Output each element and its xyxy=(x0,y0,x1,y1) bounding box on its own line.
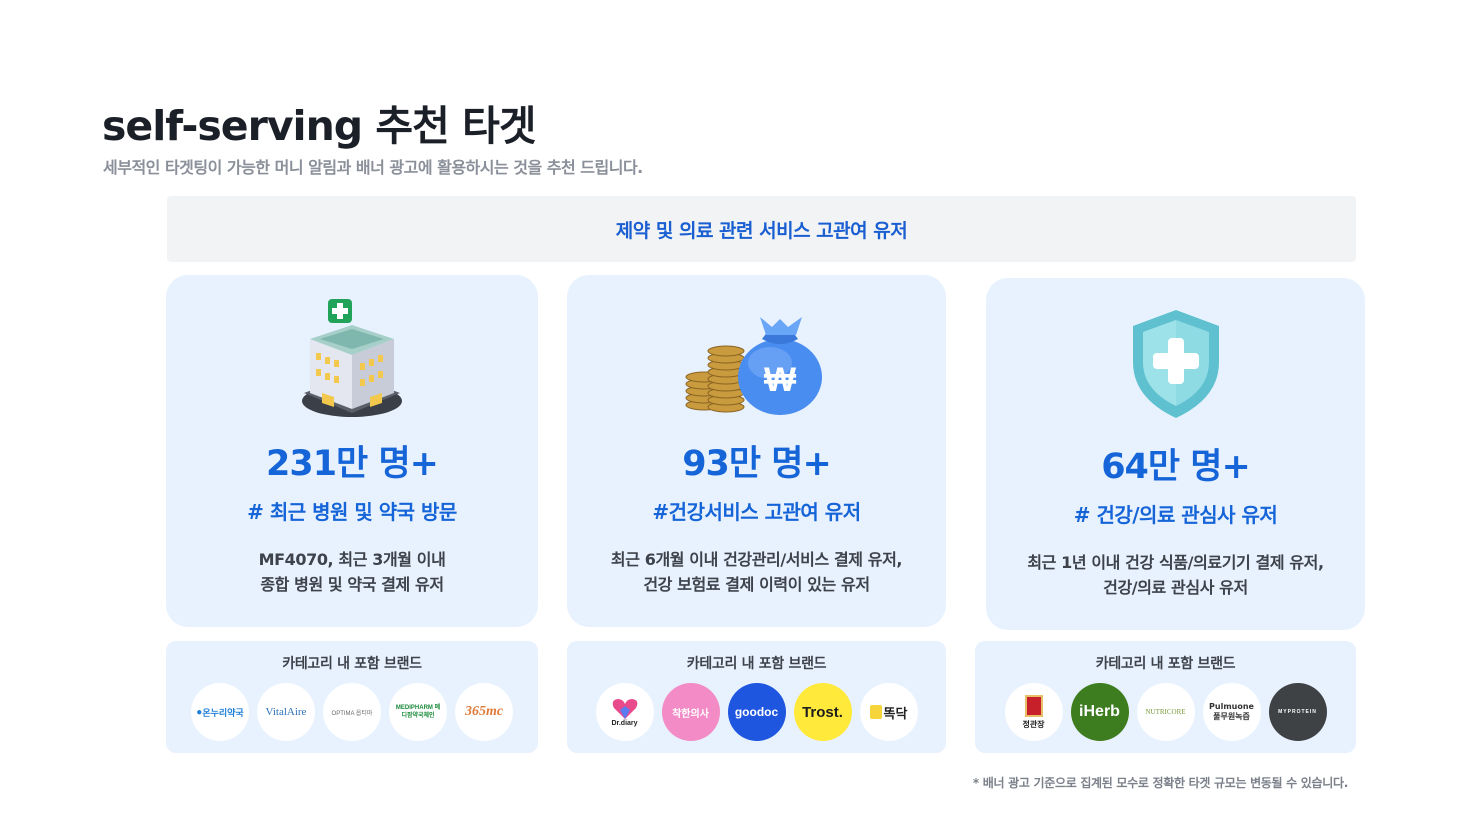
description-line: MF4070, 최근 3개월 이내 xyxy=(258,550,446,569)
brand-panel-title: 카테고리 내 포함 브랜드 xyxy=(1095,656,1236,672)
plus-square-icon xyxy=(869,705,882,719)
target-card-health-service: ₩ 93만 명+ #건강서비스 고관여 유저 최근 6개월 이내 건강관리/서비… xyxy=(567,275,946,627)
target-tag: # 최근 병원 및 약국 방문 xyxy=(247,500,457,524)
description-line: 최근 6개월 이내 건강관리/서비스 결제 유저, xyxy=(610,550,903,569)
money-bag-icon: ₩ xyxy=(567,297,946,423)
brand-logo-iherb: iHerb xyxy=(1070,683,1129,741)
footnote: * 배너 광고 기준으로 집계된 모수로 정확한 타겟 규모는 변동될 수 있습… xyxy=(972,776,1348,790)
brand-logo-jungkwanjang: 정관장 xyxy=(1004,683,1063,741)
target-count: 93만 명+ xyxy=(682,444,832,484)
page-subtitle: 세부적인 타겟팅이 가능한 머니 알림과 배너 광고에 활용하시는 것을 추천 … xyxy=(103,158,643,177)
medical-shield-icon xyxy=(986,300,1365,426)
brand-logo-vitalaire: VitalAire xyxy=(257,683,315,741)
description-line: 건강/의료 관심사 유저 xyxy=(1103,578,1248,597)
target-description: 최근 6개월 이내 건강관리/서비스 결제 유저, 건강 보험료 결제 이력이 … xyxy=(567,547,946,597)
section-title: 제약 및 의료 관련 서비스 고관여 유저 xyxy=(615,219,908,242)
target-tag: #건강서비스 고관여 유저 xyxy=(652,500,861,524)
brand-panel-hospital: 카테고리 내 포함 브랜드 ● 온누리약국 VitalAire OPTIMA 옵… xyxy=(166,641,538,753)
target-count: 64만 명+ xyxy=(1101,447,1251,487)
brand-logo-onnuri: ● 온누리약국 xyxy=(191,683,249,741)
brand-panel-health-interest: 카테고리 내 포함 브랜드 정관장 iHerb NUTRICORE Pulmuo… xyxy=(975,641,1356,753)
page-title: self-serving 추천 타겟 xyxy=(102,102,537,150)
target-card-health-interest: 64만 명+ # 건강/의료 관심사 유저 최근 1년 이내 건강 식품/의료기… xyxy=(986,278,1365,630)
brand-logo-trost: Trost. xyxy=(793,683,852,741)
brand-logo-pulmuone: Pulmuone 풀무원녹즙 xyxy=(1202,683,1261,741)
brand-logo-nutricore: NUTRICORE xyxy=(1136,683,1195,741)
target-card-hospital: 231만 명+ # 최근 병원 및 약국 방문 MF4070, 최근 3개월 이… xyxy=(166,275,538,627)
brand-logo-ddokdak: 똑닥 xyxy=(859,683,918,741)
brand-logo-list: 정관장 iHerb NUTRICORE Pulmuone 풀무원녹즙 MYPRO… xyxy=(975,683,1356,741)
target-description: MF4070, 최근 3개월 이내 종합 병원 및 약국 결제 유저 xyxy=(166,547,538,597)
brand-logo-optima: OPTIMA 옵티마 xyxy=(323,683,381,741)
svg-text:₩: ₩ xyxy=(763,361,796,399)
target-count: 231만 명+ xyxy=(266,444,439,484)
target-tag: # 건강/의료 관심사 유저 xyxy=(1073,503,1278,527)
hospital-building-icon xyxy=(166,297,538,423)
target-description: 최근 1년 이내 건강 식품/의료기기 결제 유저, 건강/의료 관심사 유저 xyxy=(986,550,1365,600)
brand-panel-title: 카테고리 내 포함 브랜드 xyxy=(282,656,422,672)
description-line: 최근 1년 이내 건강 식품/의료기기 결제 유저, xyxy=(1027,553,1324,572)
brand-panel-health-service: 카테고리 내 포함 브랜드 Dr.diary 착한의사 goodoc Trost… xyxy=(567,641,946,753)
brand-logo-medipharm: MEDIPHARM 메디팜약국체인 xyxy=(389,683,447,741)
brand-logo-list: ● 온누리약국 VitalAire OPTIMA 옵티마 MEDIPHARM 메… xyxy=(166,683,538,741)
brand-logo-365mc: 365mc xyxy=(455,683,513,741)
description-line: 종합 병원 및 약국 결제 유저 xyxy=(260,575,444,594)
description-line: 건강 보험료 결제 이력이 있는 유저 xyxy=(643,575,870,594)
brand-logo-chakhanuisa: 착한의사 xyxy=(661,683,720,741)
brand-logo-myprotein: MYPROTEIN xyxy=(1268,683,1327,741)
seal-icon xyxy=(1024,694,1043,717)
heart-icon xyxy=(612,698,637,719)
brand-logo-goodoc: goodoc xyxy=(727,683,786,741)
brand-panel-title: 카테고리 내 포함 브랜드 xyxy=(686,656,827,672)
section-title-bar: 제약 및 의료 관련 서비스 고관여 유저 xyxy=(167,196,1356,262)
brand-logo-list: Dr.diary 착한의사 goodoc Trost. 똑닥 xyxy=(567,683,946,741)
brand-logo-drdiary: Dr.diary xyxy=(595,683,654,741)
